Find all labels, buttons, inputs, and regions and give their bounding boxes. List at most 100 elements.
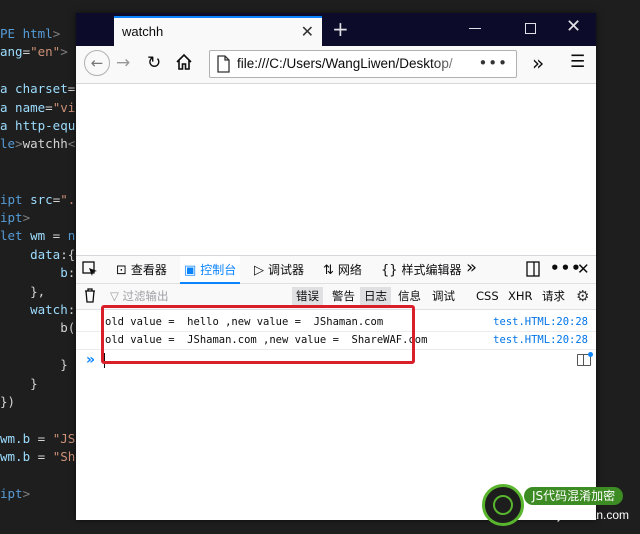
code-line: wm.b = "JSh — [0, 430, 83, 448]
navigation-toolbar: ← → ↻ file:///C:/Users/WangLiwen/Desktop… — [76, 46, 596, 84]
tab-console[interactable]: ▣ 控制台 — [180, 256, 241, 284]
maximize-button[interactable] — [525, 23, 536, 34]
url-fade — [430, 53, 476, 75]
tab-debugger[interactable]: ▷ 调试器 — [250, 256, 308, 284]
code-token: watch — [0, 302, 68, 317]
watermark: JS代码混淆加密 www.jshaman.com — [478, 482, 630, 528]
window-close-button[interactable]: ✕ — [566, 16, 581, 37]
filter-errors-button[interactable]: 错误 — [292, 287, 323, 306]
network-icon: ⇅ — [323, 263, 334, 278]
dock-toggle-icon[interactable] — [526, 261, 540, 281]
code-token: ang — [0, 44, 23, 60]
code-token: wm — [22, 228, 46, 244]
code-token: b(n — [0, 320, 83, 336]
tab-label: 控制台 — [200, 263, 237, 277]
title-bar: watchh ✕ + ✕ — [76, 13, 596, 46]
home-button[interactable] — [175, 53, 193, 76]
code-token: src — [22, 191, 53, 207]
code-line: b(n — [0, 319, 83, 337]
code-token: a charset — [0, 81, 68, 97]
code-token: a name — [0, 99, 46, 115]
code-line: a charset=" — [0, 80, 83, 98]
browser-tab[interactable]: watchh ✕ — [114, 16, 322, 46]
browser-window: watchh ✕ + ✕ ← → ↻ file:///C:/Users/Wang… — [76, 13, 596, 520]
code-token: :{ — [60, 246, 76, 262]
code-token: b — [0, 265, 68, 281]
element-picker-icon[interactable] — [82, 261, 98, 281]
forward-button[interactable]: → — [116, 53, 130, 73]
tab-style-editor[interactable]: {} 样式编辑器 — [377, 256, 466, 284]
code-token: = — [45, 228, 68, 244]
watermark-url: www.jshaman.com — [529, 508, 630, 522]
code-token: } — [0, 357, 68, 373]
filter-debug-button[interactable]: 调试 — [428, 287, 459, 306]
page-content — [76, 84, 596, 255]
filter-warnings-button[interactable]: 警告 — [328, 287, 359, 306]
url-bar[interactable]: file:///C:/Users/WangLiwen/Desktop/ ••• — [209, 50, 517, 78]
back-button[interactable]: ← — [84, 50, 110, 76]
filter-requests-button[interactable]: 请求 — [538, 287, 569, 306]
code-line: let wm = ne — [0, 227, 83, 245]
code-token: wm.b — [0, 449, 31, 465]
overflow-menu-icon[interactable]: » — [532, 51, 544, 75]
trash-icon[interactable] — [84, 288, 96, 303]
code-line: ang="en"> — [0, 43, 68, 61]
watermark-title: JS代码混淆加密 — [524, 487, 624, 505]
style-editor-icon: {} — [381, 263, 398, 278]
code-token: } — [0, 375, 38, 391]
devtools-toolbar: ⊡ 查看器 ▣ 控制台 ▷ 调试器 ⇅ 网络{} 样式编辑器 » ••• ✕ — [76, 256, 596, 284]
code-line: ipt> — [0, 485, 30, 503]
code-token: ipt — [0, 191, 23, 207]
code-line: }) — [0, 393, 15, 411]
new-tab-button[interactable]: + — [332, 17, 349, 41]
more-tabs-icon[interactable]: » — [466, 257, 477, 278]
code-token: = — [30, 449, 53, 465]
code-token: }, — [0, 283, 46, 299]
minimize-button[interactable] — [469, 17, 483, 37]
filter-info-button[interactable]: 信息 — [394, 287, 425, 306]
log-source-link[interactable]: test.HTML:20:28 — [493, 316, 588, 328]
code-token: ipt — [0, 486, 23, 501]
code-token: watchh — [22, 136, 68, 152]
code-token: ipt — [0, 210, 23, 225]
split-console-indicator — [588, 352, 593, 357]
home-icon — [176, 53, 192, 70]
code-line: }, — [0, 283, 45, 301]
gear-icon[interactable]: ⚙ — [576, 287, 589, 305]
devtools-close-icon[interactable]: ✕ — [577, 260, 590, 278]
code-line: b: — [0, 264, 75, 282]
reload-button[interactable]: ↻ — [147, 53, 161, 73]
tab-title: watchh — [122, 24, 164, 39]
filter-logs-button[interactable]: 日志 — [360, 287, 391, 306]
tab-label: 调试器 — [268, 263, 305, 277]
code-token: PE html — [0, 26, 53, 41]
code-line: le>watchh</ — [0, 135, 83, 153]
devtools-panel: ⊡ 查看器 ▣ 控制台 ▷ 调试器 ⇅ 网络{} 样式编辑器 » ••• ✕ ▽ 过滤输出 错误… — [76, 255, 596, 520]
filter-css-button[interactable]: CSS — [472, 287, 503, 306]
page-file-icon — [217, 55, 230, 73]
code-token: > — [15, 136, 23, 152]
code-token: = — [30, 430, 53, 446]
tab-inspector[interactable]: ⊡ 查看器 — [112, 256, 171, 284]
code-token: "en" — [30, 44, 61, 60]
code-line: data:{ — [0, 246, 75, 264]
watermark-logo-icon — [482, 484, 524, 526]
debugger-icon: ▷ — [254, 263, 264, 278]
code-token: le — [0, 136, 16, 152]
tab-close-icon[interactable]: ✕ — [301, 22, 314, 41]
filter-output-input[interactable]: ▽ 过滤输出 — [110, 288, 169, 304]
tab-label: 网络 — [337, 263, 362, 277]
filter-xhr-button[interactable]: XHR — [504, 287, 537, 306]
hamburger-menu-icon[interactable]: ☰ — [570, 52, 585, 72]
code-line: a http-equi — [0, 117, 83, 135]
code-token: wm.b — [0, 430, 31, 446]
highlight-box — [101, 305, 415, 364]
page-actions-icon[interactable]: ••• — [478, 54, 508, 72]
log-source-link[interactable]: test.HTML:20:28 — [493, 334, 588, 346]
tab-network[interactable]: ⇅ 网络 — [319, 256, 366, 284]
code-line: } — [0, 356, 68, 374]
code-line: ipt> — [0, 209, 30, 227]
inspector-icon: ⊡ — [116, 263, 127, 278]
code-token: : — [67, 265, 76, 281]
code-token: > — [52, 26, 61, 41]
